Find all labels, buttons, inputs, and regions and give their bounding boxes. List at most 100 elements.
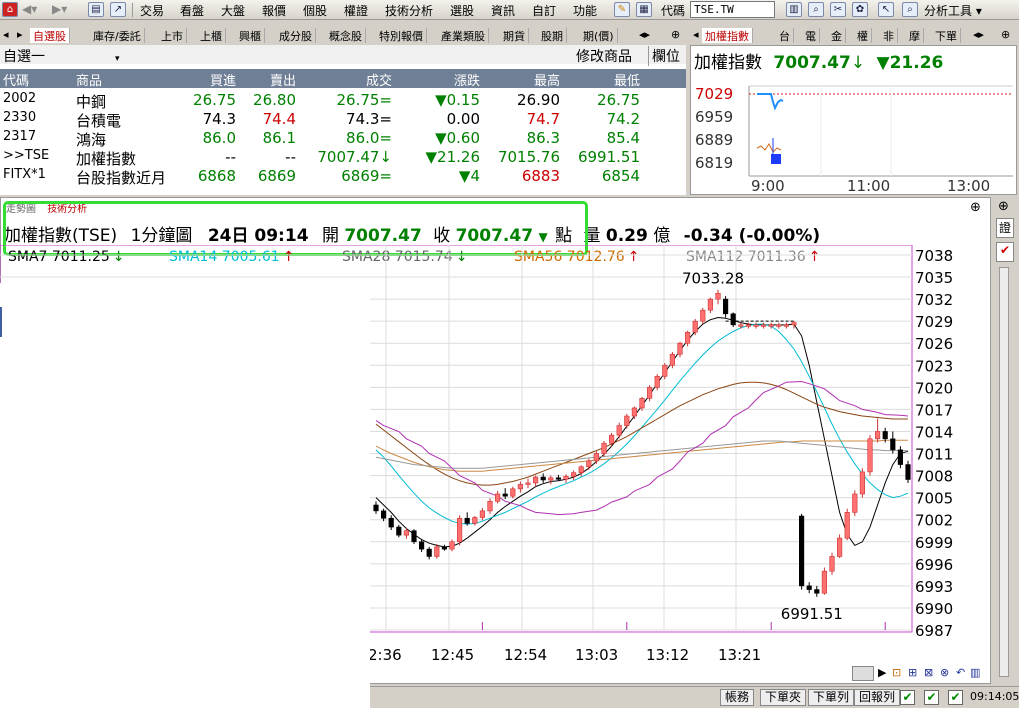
chart-scroll-thumb[interactable] [852, 666, 874, 681]
mini-ytick-0: 7029 [695, 85, 733, 103]
tab-stock-futures[interactable]: 股期 [538, 28, 567, 43]
analysis-search-icon[interactable]: ⌕ [902, 2, 918, 17]
quote-row[interactable]: >>TSE 加權指數 -- -- 7007.47↓ ▼21.26 7015.76 6991.5… [0, 147, 686, 168]
mini-tab-tai[interactable]: 台 [776, 28, 794, 43]
chart-reset-icon[interactable]: ⊗ [940, 666, 949, 679]
report-bar-button[interactable]: 回報列 [854, 689, 901, 706]
status-clock: 09:14:05 [970, 690, 1019, 703]
columns-button[interactable]: 欄位 [648, 46, 680, 66]
menu-tech-analysis[interactable]: 技術分析 [385, 2, 433, 19]
strip-scrollbar[interactable] [999, 267, 1009, 677]
watchlist-group-select[interactable]: 自選一 ▾ [3, 46, 120, 66]
account-button[interactable]: 帳務 [720, 689, 755, 706]
menu-market[interactable]: 大盤 [221, 2, 245, 19]
menu-custom[interactable]: 自訂 [532, 2, 556, 19]
tab-special[interactable]: 特別報價 [376, 28, 427, 43]
quote-row[interactable]: 2330 台積電 74.3 74.4 74.3= 0.00 74.7 74.2 [0, 109, 686, 130]
chart-zoomin-icon[interactable]: ⊞ [908, 666, 917, 679]
tab-sector[interactable]: 產業類股 [438, 28, 489, 43]
candle-body [533, 476, 539, 484]
candle-body [829, 556, 835, 572]
back-icon[interactable]: ◀▾ [22, 2, 37, 16]
tab-futures[interactable]: 期貨 [500, 28, 529, 43]
tab-options[interactable]: 期(價) [580, 28, 618, 43]
tab-next-icon[interactable]: ▸ [14, 28, 26, 43]
pencil-icon[interactable]: ✎ [614, 2, 630, 17]
tab-inventory[interactable]: 庫存/委託 [90, 28, 145, 43]
mini-tab-scroll-icon[interactable]: ◂▸ [970, 28, 987, 43]
header-change[interactable]: 漲跌 [396, 70, 480, 89]
menu-function[interactable]: 功能 [573, 2, 597, 19]
menu-quote[interactable]: 報價 [262, 2, 286, 19]
order-folder-button[interactable]: 下單夾 [760, 689, 807, 706]
quote-row[interactable]: FITX*1 台股指數近月 6868 6869 6869= ▼4 6883 6854 [0, 166, 686, 187]
mini-tab-order[interactable]: 下單 [932, 28, 961, 43]
header-code[interactable]: 代碼 [3, 70, 29, 89]
menu-info[interactable]: 資訊 [491, 2, 515, 19]
header-ask[interactable]: 賣出 [240, 70, 296, 89]
chart-quick-icon[interactable]: ▥ [786, 2, 802, 17]
cell-code: 2330 [3, 110, 37, 125]
mini-tab-taiex[interactable]: 加權指數 [702, 28, 753, 43]
modify-products-button[interactable]: 修改商品 [576, 46, 632, 66]
status-check-3[interactable]: ✔ [948, 690, 963, 705]
tab-prev-icon[interactable]: ◂ [0, 28, 12, 43]
print-icon[interactable]: ▤ [88, 2, 104, 17]
header-name[interactable]: 商品 [76, 70, 102, 89]
search-icon[interactable]: ⌕ [808, 2, 824, 17]
strip-indicator-button[interactable]: 證 [996, 218, 1014, 238]
forward-icon[interactable]: ▶▾ [52, 2, 67, 16]
mini-zoom-icon[interactable]: ⊕ [998, 28, 1013, 43]
tab-watchlist[interactable]: 自選股 [30, 28, 70, 43]
cursor-icon[interactable]: ↖ [878, 2, 894, 17]
zoom-icon[interactable]: ⊕ [668, 28, 683, 43]
mini-tab-elec[interactable]: 電 [802, 28, 820, 43]
status-check-1[interactable]: ✔ [900, 690, 915, 705]
chart-bars-icon[interactable]: ▥ [970, 666, 980, 679]
mini-tab-msci[interactable]: 摩 [906, 28, 924, 43]
chart-fit-icon[interactable]: ⊠ [924, 666, 933, 679]
tab-otc[interactable]: 上櫃 [197, 28, 226, 43]
candle-body [890, 438, 896, 451]
tab-emerging[interactable]: 興櫃 [236, 28, 265, 43]
header-last[interactable]: 成交 [300, 70, 392, 89]
quote-row[interactable]: 2317 鴻海 86.0 86.1 86.0= ▼0.60 86.3 85.4 [0, 128, 686, 149]
menu-stock[interactable]: 個股 [303, 2, 327, 19]
strip-zoom-icon[interactable]: ⊕ [998, 199, 1009, 214]
candle-body [639, 398, 645, 409]
analysis-tools-menu[interactable]: 分析工具 ▾ [924, 2, 982, 19]
quote-row[interactable]: 2002 中鋼 26.75 26.80 26.75= ▼0.15 26.90 26.75 [0, 90, 686, 111]
menu-trade[interactable]: 交易 [140, 2, 164, 19]
mini-tab-prev-icon[interactable]: ◂ [690, 28, 702, 43]
code-input[interactable]: TSE.TW [690, 1, 775, 18]
chart-cursor-icon[interactable]: ⊡ [892, 666, 901, 679]
candle-body [837, 537, 843, 557]
candle-body [381, 510, 387, 519]
order-bar-button[interactable]: 下單列 [808, 689, 855, 706]
chart-zoom-icon[interactable]: ⊕ [970, 200, 981, 215]
tab-concept[interactable]: 概念股 [326, 28, 366, 43]
chart-scroll-right-icon[interactable]: ▶ [878, 666, 886, 679]
mini-tab-weight[interactable]: 權 [854, 28, 872, 43]
note-icon[interactable]: ▦ [636, 2, 652, 17]
mini-tab-fin[interactable]: 金 [828, 28, 846, 43]
alert-icon[interactable]: ✿ [852, 2, 868, 17]
popout-icon[interactable]: ↗ [110, 2, 126, 17]
strip-check-icon[interactable]: ✔ [996, 242, 1014, 262]
cell-bid: 6868 [197, 167, 236, 185]
menu-watch[interactable]: 看盤 [180, 2, 204, 19]
header-bid[interactable]: 買進 [180, 70, 236, 89]
header-low[interactable]: 最低 [564, 70, 640, 89]
header-high[interactable]: 最高 [484, 70, 560, 89]
tab-components[interactable]: 成分股 [276, 28, 316, 43]
menu-warrant[interactable]: 權證 [344, 2, 368, 19]
status-check-2[interactable]: ✔ [924, 690, 939, 705]
mini-tab-nonfin[interactable]: 非 [880, 28, 898, 43]
chart-undo-icon[interactable]: ↶ [956, 666, 965, 679]
tab-scroll-icon[interactable]: ◂▸ [636, 28, 653, 43]
tab-listed[interactable]: 上市 [158, 28, 187, 43]
tools-icon[interactable]: ✂ [830, 2, 846, 17]
candle-body [525, 482, 531, 485]
menu-stock-picker[interactable]: 選股 [450, 2, 474, 19]
home-icon[interactable]: ⌂ [2, 2, 18, 17]
